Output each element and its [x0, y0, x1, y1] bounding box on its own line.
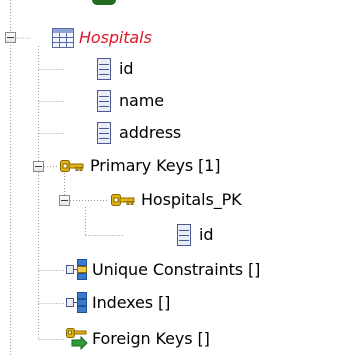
tree-node-label: Hospitals — [79, 28, 152, 47]
tree-node-label: Foreign Keys [] — [92, 329, 210, 348]
tree-node-hospitals-pk[interactable]: Hospitals_PK — [111, 188, 242, 212]
schema-tree: Hospitals id name address Primary Keys [… — [0, 0, 339, 356]
tree-node-label: name — [119, 91, 164, 110]
tree-node-indexes[interactable]: Indexes [] — [66, 291, 170, 315]
table-icon — [52, 28, 74, 48]
column-icon — [97, 122, 111, 144]
tree-node-foreign-keys[interactable]: Foreign Keys [] — [66, 327, 210, 351]
tree-node-column-address[interactable]: address — [97, 121, 181, 145]
tree-node-pk-column-id[interactable]: id — [177, 223, 214, 247]
collapse-primary-keys-button[interactable] — [33, 161, 44, 172]
tree-node-primary-keys[interactable]: Primary Keys [1] — [60, 154, 221, 178]
tree-node-hospitals[interactable]: Hospitals — [52, 26, 152, 50]
scrolled-node-edge — [92, 0, 116, 5]
tree-node-label: id — [119, 59, 134, 78]
tree-node-label: Hospitals_PK — [141, 190, 242, 209]
column-icon — [97, 58, 111, 80]
key-icon — [60, 159, 84, 173]
tree-node-label: address — [119, 123, 182, 142]
tree-node-label: Unique Constraints [] — [92, 260, 261, 279]
tree-node-column-name[interactable]: name — [97, 89, 164, 113]
tree-node-label: id — [199, 225, 214, 244]
key-icon — [111, 193, 135, 207]
tree-node-label: Indexes [] — [92, 293, 171, 312]
tree-node-unique-constraints[interactable]: Unique Constraints [] — [66, 258, 260, 282]
collapse-hospitals-pk-button[interactable] — [59, 195, 70, 206]
collapse-hospitals-button[interactable] — [5, 32, 16, 43]
column-icon — [177, 224, 191, 246]
tree-node-label: Primary Keys [1] — [90, 156, 221, 175]
unique-constraint-icon — [66, 259, 88, 281]
index-icon — [66, 292, 88, 314]
tree-node-column-id[interactable]: id — [97, 57, 134, 81]
column-icon — [97, 90, 111, 112]
foreign-key-icon — [66, 328, 88, 350]
